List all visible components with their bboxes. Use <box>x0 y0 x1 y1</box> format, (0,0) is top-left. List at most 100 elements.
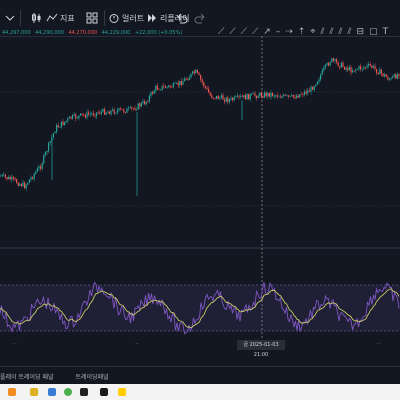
candle <box>348 66 350 71</box>
candle <box>316 81 318 85</box>
redo-button[interactable] <box>194 8 206 28</box>
candle <box>78 115 80 118</box>
candle <box>209 92 211 96</box>
candle <box>27 182 29 185</box>
candle <box>48 142 50 152</box>
price-chart[interactable]: 11월61116212612월61116212620256111621262월6 <box>0 36 400 344</box>
candle <box>38 166 40 169</box>
messenger-icon[interactable] <box>118 388 126 396</box>
candle <box>353 70 355 72</box>
candle <box>17 183 19 186</box>
candle <box>280 96 282 98</box>
candle <box>281 96 283 98</box>
candle <box>331 58 333 63</box>
candle <box>361 68 363 70</box>
candle <box>65 120 67 122</box>
candle <box>153 90 155 94</box>
candle <box>118 108 120 111</box>
candle <box>132 108 134 110</box>
candle <box>158 89 160 90</box>
candle <box>172 83 174 88</box>
candle <box>334 59 336 61</box>
candle <box>376 68 378 73</box>
candle <box>332 58 334 61</box>
os-taskbar <box>0 384 400 400</box>
alert-button[interactable]: 얼러트 <box>108 8 144 28</box>
redo-icon <box>194 13 205 24</box>
app-icon[interactable] <box>8 388 16 396</box>
candle <box>193 71 195 74</box>
candle <box>390 78 392 80</box>
candle <box>256 95 258 99</box>
candle <box>123 109 125 112</box>
candle <box>188 77 190 81</box>
candle <box>278 96 280 98</box>
candle <box>180 81 182 85</box>
candle <box>131 107 133 109</box>
folder-icon[interactable] <box>30 388 38 396</box>
terminal-icon[interactable] <box>80 388 88 396</box>
candle <box>240 96 242 98</box>
candle <box>385 74 387 77</box>
candle <box>142 101 144 103</box>
candle <box>233 96 235 101</box>
candle <box>182 81 184 85</box>
candle <box>222 95 224 100</box>
candle <box>104 109 106 115</box>
candle <box>156 85 158 90</box>
candle <box>116 110 118 113</box>
candle <box>11 177 13 180</box>
candle <box>41 163 43 169</box>
candle <box>0 175 2 177</box>
candle <box>387 76 389 80</box>
candle <box>54 131 56 134</box>
candle <box>318 79 320 82</box>
candle <box>326 63 328 65</box>
tab-playback-trading-panel[interactable]: 플레이 트레이딩 패널 <box>0 372 54 381</box>
tab-trading-panel[interactable]: 트레이딩패널 <box>76 372 109 381</box>
candle <box>30 177 32 180</box>
candle <box>139 103 141 107</box>
timeframe-dropdown[interactable] <box>4 8 16 28</box>
candle <box>166 86 168 88</box>
chart-type-button[interactable] <box>30 8 42 28</box>
x-tick-label: 2월 <box>373 343 381 344</box>
tradingview-icon[interactable] <box>100 388 108 396</box>
candle <box>388 79 390 81</box>
candle <box>244 95 246 100</box>
candle <box>12 177 14 179</box>
candle <box>328 63 330 66</box>
undo-button[interactable] <box>176 8 188 28</box>
candle <box>220 95 222 98</box>
chevron-down-icon <box>5 15 15 21</box>
candle <box>270 92 272 97</box>
candle <box>336 59 338 63</box>
candle <box>297 95 299 98</box>
candle <box>196 69 198 73</box>
candle <box>83 114 85 116</box>
candle <box>372 65 374 68</box>
chrome-icon[interactable] <box>64 388 72 396</box>
candle <box>62 121 64 126</box>
candle <box>185 78 187 80</box>
candle <box>203 82 205 87</box>
candle <box>28 179 30 183</box>
indicators-button[interactable]: 지표 <box>46 8 75 28</box>
candle <box>323 68 325 71</box>
layout-button[interactable] <box>86 8 98 28</box>
candle <box>115 112 117 114</box>
candle <box>22 182 24 187</box>
candle <box>382 73 384 77</box>
candle <box>171 86 173 88</box>
candlestick-icon <box>32 13 41 23</box>
browser-icon[interactable] <box>48 388 56 396</box>
candle <box>200 75 202 80</box>
candle <box>288 95 290 97</box>
candle <box>20 183 22 187</box>
candle <box>136 109 138 111</box>
candle <box>33 173 35 179</box>
crosshair-date-label: 금 2025-01-03 21:00 <box>237 340 285 358</box>
candle <box>32 177 34 179</box>
candle <box>140 102 142 107</box>
candle <box>304 91 306 95</box>
